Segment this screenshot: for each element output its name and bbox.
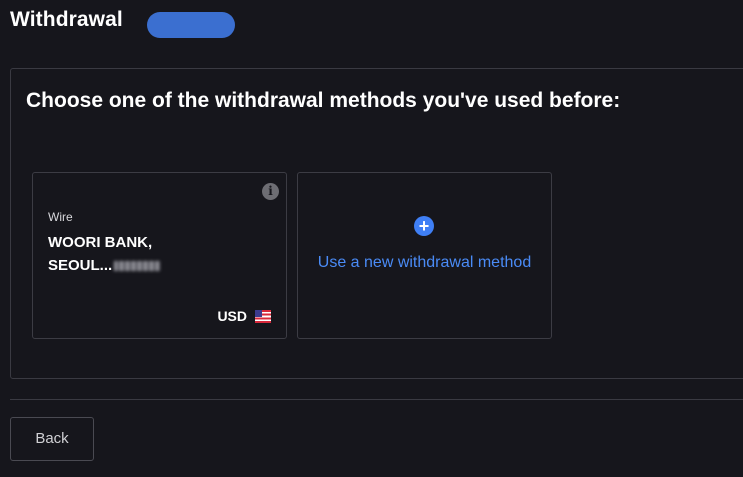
page-title: Withdrawal xyxy=(10,8,123,31)
withdrawal-methods-panel: Choose one of the withdrawal methods you… xyxy=(10,68,743,379)
info-icon[interactable]: i xyxy=(262,183,279,200)
back-button[interactable]: Back xyxy=(10,417,94,461)
panel-heading: Choose one of the withdrawal methods you… xyxy=(26,89,621,112)
redacted-text xyxy=(114,261,161,272)
bank-name-line1: WOORI BANK, xyxy=(48,234,153,251)
divider xyxy=(10,399,743,400)
new-method-label: Use a new withdrawal method xyxy=(317,254,532,271)
bank-name-line2-wrap: SEOUL... xyxy=(48,254,248,277)
plus-icon: + xyxy=(414,216,434,236)
status-badge xyxy=(147,12,235,38)
new-method-card[interactable]: + Use a new withdrawal method xyxy=(297,172,552,339)
us-flag-icon xyxy=(255,309,271,323)
bank-name-line2: SEOUL... xyxy=(48,257,113,274)
saved-method-card[interactable]: i Wire WOORI BANK, SEOUL... USD xyxy=(32,172,287,339)
bank-name: WOORI BANK, SEOUL... xyxy=(48,231,248,277)
page-header: Withdrawal xyxy=(0,0,743,50)
method-type-label: Wire xyxy=(48,210,73,224)
currency-code: USD xyxy=(217,308,247,324)
currency-indicator: USD xyxy=(217,308,271,324)
